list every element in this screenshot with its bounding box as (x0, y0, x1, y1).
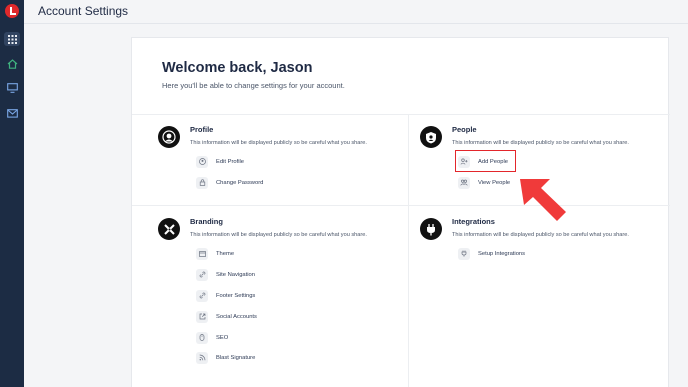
branding-title: Branding (190, 217, 223, 226)
profile-title: Profile (190, 125, 214, 134)
profile-section-icon (158, 126, 180, 148)
seo-label: SEO (216, 334, 229, 341)
change-password-label: Change Password (216, 179, 264, 186)
mail-icon (6, 108, 18, 118)
branding-section-icon (158, 218, 180, 240)
people-section-icon (420, 126, 442, 148)
profile-description: This information will be displayed publi… (190, 140, 367, 146)
external-link-icon (196, 310, 208, 323)
edit-profile-link[interactable]: Edit Profile (196, 155, 244, 168)
monitor-icon (6, 83, 18, 93)
highlight-box (455, 150, 516, 172)
divider (132, 205, 670, 206)
mouse-icon (196, 331, 208, 344)
page-title: Account Settings (38, 4, 129, 18)
change-password-link[interactable]: Change Password (196, 176, 263, 189)
browser-window-icon (196, 247, 208, 260)
footer-settings-link[interactable]: Footer Settings (196, 289, 255, 302)
pointer-arrow-icon (520, 179, 566, 221)
top-header: Account Settings (24, 0, 688, 24)
link-icon (196, 289, 208, 302)
setup-integrations-label: Setup Integrations (478, 250, 526, 257)
footer-settings-label: Footer Settings (216, 292, 256, 299)
people-title: People (452, 125, 477, 134)
blast-signature-label: Blast Signature (216, 354, 256, 361)
integrations-section-icon (420, 218, 442, 240)
theme-link[interactable]: Theme (196, 247, 234, 260)
home-button[interactable] (4, 57, 20, 71)
setup-integrations-link[interactable]: Setup Integrations (458, 247, 525, 260)
home-icon (7, 59, 17, 69)
apps-grid-button[interactable] (4, 32, 20, 46)
plug-icon (458, 247, 470, 260)
integrations-description: This information will be displayed publi… (452, 232, 629, 238)
people-description: This information will be displayed publi… (452, 140, 629, 146)
site-navigation-link[interactable]: Site Navigation (196, 268, 255, 281)
seo-link[interactable]: SEO (196, 331, 228, 344)
welcome-subtitle: Here you'll be able to change settings f… (162, 81, 345, 90)
grid-icon (7, 34, 17, 44)
social-accounts-link[interactable]: Social Accounts (196, 310, 257, 323)
blast-signature-link[interactable]: Blast Signature (196, 351, 255, 364)
view-people-label: View People (478, 179, 511, 186)
brand-logo-icon[interactable] (5, 4, 19, 18)
mail-button[interactable] (4, 106, 20, 120)
view-people-link[interactable]: View People (458, 176, 510, 189)
sidebar (0, 0, 24, 387)
user-circle-icon (196, 155, 208, 168)
rss-icon (196, 351, 208, 364)
divider (132, 114, 670, 115)
edit-profile-label: Edit Profile (216, 158, 245, 165)
social-accounts-label: Social Accounts (216, 313, 257, 320)
welcome-heading: Welcome back, Jason (162, 60, 313, 76)
divider (408, 114, 409, 387)
integrations-title: Integrations (452, 217, 495, 226)
settings-card: Welcome back, Jason Here you'll be able … (131, 37, 670, 387)
branding-description: This information will be displayed publi… (190, 232, 367, 238)
users-icon (458, 176, 470, 189)
monitor-button[interactable] (4, 81, 20, 95)
site-navigation-label: Site Navigation (216, 271, 255, 278)
lock-icon (196, 176, 208, 189)
link-icon (196, 268, 208, 281)
theme-label: Theme (216, 250, 235, 257)
